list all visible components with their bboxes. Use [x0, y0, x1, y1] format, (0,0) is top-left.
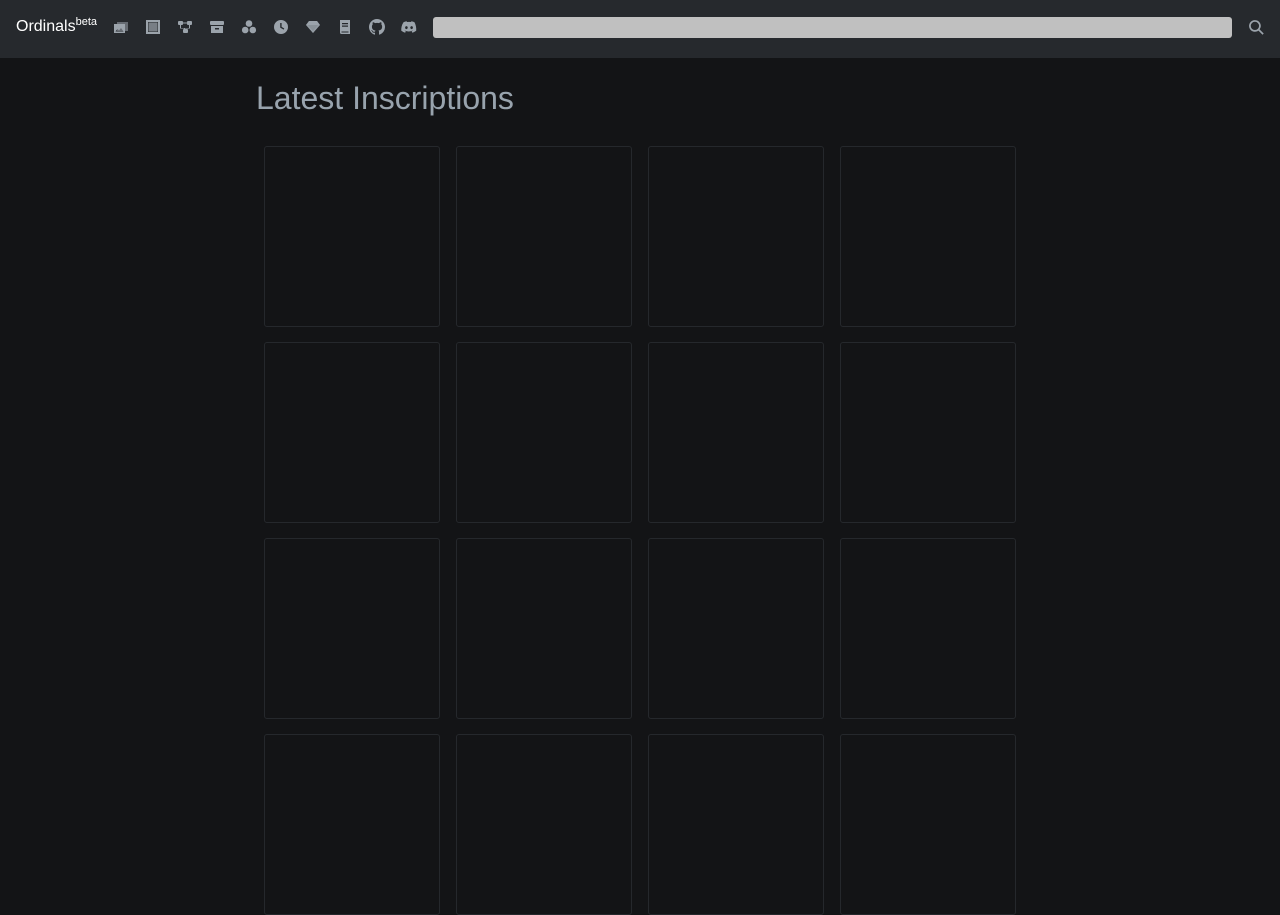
inscription-card[interactable]: [648, 734, 824, 915]
brand-name: Ordinals: [16, 18, 76, 35]
inscription-card[interactable]: [456, 342, 632, 523]
inscription-card[interactable]: [648, 538, 824, 719]
inscription-card[interactable]: [456, 146, 632, 327]
brand-link[interactable]: Ordinalsbeta: [16, 16, 97, 38]
discord-icon[interactable]: [400, 18, 418, 36]
gem-icon[interactable]: [304, 18, 322, 36]
square-icon[interactable]: [144, 18, 162, 36]
inscription-card[interactable]: [840, 538, 1016, 719]
sitemap-icon[interactable]: [176, 18, 194, 36]
search-button[interactable]: [1246, 17, 1266, 37]
inscription-card[interactable]: [648, 342, 824, 523]
inscription-card[interactable]: [264, 342, 440, 523]
inscription-card[interactable]: [840, 342, 1016, 523]
inscription-card[interactable]: [264, 734, 440, 915]
brand-beta-badge: beta: [75, 16, 97, 28]
inscription-card[interactable]: [456, 538, 632, 719]
inscription-card[interactable]: [264, 538, 440, 719]
search-input[interactable]: [433, 17, 1232, 38]
inscription-card[interactable]: [840, 734, 1016, 915]
github-icon[interactable]: [368, 18, 386, 36]
top-navbar: Ordinalsbeta: [0, 0, 1280, 58]
inscription-card[interactable]: [456, 734, 632, 915]
magnifying-glass-icon: [1248, 19, 1264, 35]
inscription-card[interactable]: [648, 146, 824, 327]
images-icon[interactable]: [112, 18, 130, 36]
inscription-card[interactable]: [840, 146, 1016, 327]
page-title: Latest Inscriptions: [256, 80, 514, 116]
cubes-icon[interactable]: [240, 18, 258, 36]
nav-icon-bar: [112, 18, 432, 36]
archive-box-icon[interactable]: [208, 18, 226, 36]
inscription-card[interactable]: [264, 146, 440, 327]
clock-icon[interactable]: [272, 18, 290, 36]
book-icon[interactable]: [336, 18, 354, 36]
